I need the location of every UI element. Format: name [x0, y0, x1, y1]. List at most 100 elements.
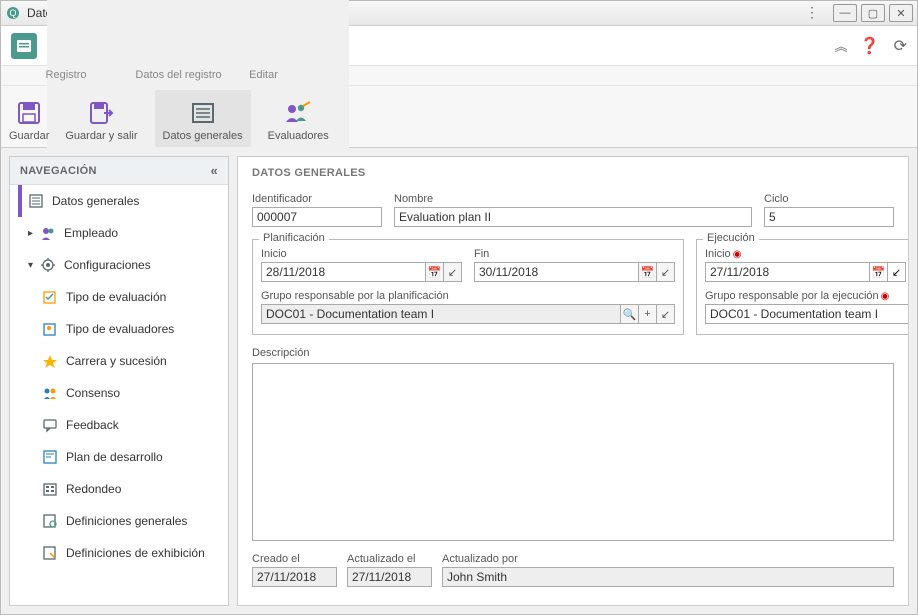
- maximize-button[interactable]: ▢: [861, 4, 885, 22]
- page-header: Datos de la ejecución del plan de evalua…: [1, 26, 917, 66]
- sidebar-item-feedback[interactable]: Feedback: [10, 409, 228, 441]
- general-data-button[interactable]: Datos generales: [155, 90, 251, 147]
- expand-icon: ▸: [28, 228, 40, 239]
- evaluators-button[interactable]: Evaluadores: [260, 90, 337, 147]
- save-and-exit-button[interactable]: Guardar y salir: [57, 90, 145, 147]
- sidebar-item-empleado[interactable]: ▸ Empleado: [10, 217, 228, 249]
- row-audit: Creado el Actualizado el Actualizado por: [252, 553, 894, 587]
- descripcion-textarea[interactable]: [252, 363, 894, 541]
- document-icon: [28, 193, 46, 209]
- sidebar-title: NAVEGACIÓN: [20, 165, 97, 177]
- save-button[interactable]: Guardar: [1, 90, 57, 147]
- consensus-icon: [42, 385, 60, 401]
- identificador-label: Identificador: [252, 193, 382, 205]
- grupo-ejec-input[interactable]: [705, 304, 909, 324]
- sidebar-header: NAVEGACIÓN «: [10, 157, 228, 185]
- save-exit-label: Guardar y salir: [65, 130, 137, 142]
- evaluators-label: Evaluadores: [268, 130, 329, 142]
- clear-icon[interactable]: ↙: [444, 262, 462, 282]
- nombre-input[interactable]: [394, 207, 752, 227]
- feedback-icon: [42, 417, 60, 433]
- save-exit-icon: [88, 98, 114, 128]
- sidebar-item-consenso[interactable]: Consenso: [10, 377, 228, 409]
- calendar-icon[interactable]: 📅: [426, 262, 444, 282]
- sidebar-item-label: Plan de desarrollo: [66, 450, 163, 464]
- module-icon: [11, 33, 37, 59]
- sidebar-item-carrera-sucesion[interactable]: Carrera y sucesión: [10, 345, 228, 377]
- employee-icon: [40, 225, 58, 241]
- sidebar-item-plan-desarrollo[interactable]: Plan de desarrollo: [10, 441, 228, 473]
- plan-inicio-label: Inicio: [261, 248, 462, 260]
- sidebar-item-definiciones-exhibicion[interactable]: Definiciones de exhibición: [10, 537, 228, 569]
- rounding-icon: [42, 481, 60, 497]
- ejec-inicio-input[interactable]: [705, 262, 870, 282]
- field-actualizado-el: Actualizado el: [347, 553, 432, 587]
- clear-icon[interactable]: ↙: [657, 262, 675, 282]
- sidebar-item-redondeo[interactable]: Redondeo: [10, 473, 228, 505]
- help-icon[interactable]: ❓: [860, 36, 880, 56]
- grupo-plan-label: Grupo responsable por la planificación: [261, 290, 675, 302]
- ejecucion-legend: Ejecución: [703, 232, 759, 244]
- collapse-up-icon[interactable]: ︽: [835, 36, 846, 55]
- gear-icon: [40, 257, 58, 273]
- general-data-label: Datos generales: [163, 130, 243, 142]
- field-plan-inicio: Inicio 📅 ↙: [261, 248, 462, 282]
- clear-icon[interactable]: ↙: [888, 262, 906, 282]
- content-title: DATOS GENERALES: [252, 167, 894, 179]
- sidebar-item-tipo-evaluadores[interactable]: Tipo de evaluadores: [10, 313, 228, 345]
- refresh-icon[interactable]: ⟳: [894, 36, 907, 56]
- sidebar-items: Datos generales ▸ Empleado ▾ Configuraci…: [10, 185, 228, 569]
- planificacion-legend: Planificación: [259, 232, 329, 244]
- ciclo-label: Ciclo: [764, 193, 894, 205]
- calendar-icon[interactable]: 📅: [639, 262, 657, 282]
- sidebar-item-definiciones-generales[interactable]: Definiciones generales: [10, 505, 228, 537]
- save-label: Guardar: [9, 130, 49, 142]
- more-options-icon[interactable]: ⋮: [805, 4, 819, 22]
- field-actualizado-por: Actualizado por: [442, 553, 894, 587]
- field-descripcion: Descripción: [252, 347, 894, 541]
- nombre-label: Nombre: [394, 193, 752, 205]
- display-definitions-icon: [42, 545, 60, 561]
- identificador-input[interactable]: [252, 207, 382, 227]
- fieldset-planificacion: Planificación Inicio 📅 ↙ Fin: [252, 239, 684, 335]
- collapse-icon: ▾: [28, 260, 40, 271]
- general-data-icon: [190, 98, 216, 128]
- calendar-icon[interactable]: 📅: [870, 262, 888, 282]
- add-icon[interactable]: +: [639, 304, 657, 324]
- actualizado-el-label: Actualizado el: [347, 553, 432, 565]
- field-ejec-inicio: Inicio◉ 📅 ↙: [705, 248, 906, 282]
- field-nombre: Nombre: [394, 193, 752, 227]
- grupo-plan-input: [261, 304, 621, 324]
- ciclo-input[interactable]: [764, 207, 894, 227]
- plan-fin-input[interactable]: [474, 262, 639, 282]
- sidebar-collapse-icon[interactable]: «: [210, 163, 218, 178]
- sidebar-item-label: Datos generales: [52, 194, 139, 208]
- sidebar: NAVEGACIÓN « Datos generales ▸ Empleado …: [9, 156, 229, 606]
- app-icon: Q: [5, 5, 21, 21]
- field-ciclo: Ciclo: [764, 193, 894, 227]
- row-schedules: Planificación Inicio 📅 ↙ Fin: [252, 239, 894, 335]
- sidebar-item-configuraciones[interactable]: ▾ Configuraciones: [10, 249, 228, 281]
- ribbon-separator: [255, 94, 256, 139]
- evaluators-icon: [284, 98, 312, 128]
- sidebar-item-datos-generales[interactable]: Datos generales: [10, 185, 228, 217]
- evaluation-type-icon: [42, 289, 60, 305]
- selection-indicator: [18, 185, 22, 217]
- window-controls: ⋮ — ▢ ✕: [805, 4, 913, 22]
- ribbon-tabs: Registro Datos del registro Editar: [1, 66, 917, 86]
- close-button[interactable]: ✕: [889, 4, 913, 22]
- content-panel: DATOS GENERALES Identificador Nombre Cic…: [237, 156, 909, 606]
- required-icon: ◉: [881, 291, 890, 302]
- clear-icon[interactable]: ↙: [657, 304, 675, 324]
- creado-el-label: Creado el: [252, 553, 337, 565]
- plan-fin-label: Fin: [474, 248, 675, 260]
- svg-text:Q: Q: [9, 8, 16, 18]
- minimize-button[interactable]: —: [833, 4, 857, 22]
- search-icon[interactable]: 🔍: [621, 304, 639, 324]
- general-definitions-icon: [42, 513, 60, 529]
- actualizado-por-input: [442, 567, 894, 587]
- main-area: NAVEGACIÓN « Datos generales ▸ Empleado …: [1, 148, 917, 614]
- sidebar-item-tipo-evaluacion[interactable]: Tipo de evaluación: [10, 281, 228, 313]
- descripcion-label: Descripción: [252, 347, 894, 359]
- plan-inicio-input[interactable]: [261, 262, 426, 282]
